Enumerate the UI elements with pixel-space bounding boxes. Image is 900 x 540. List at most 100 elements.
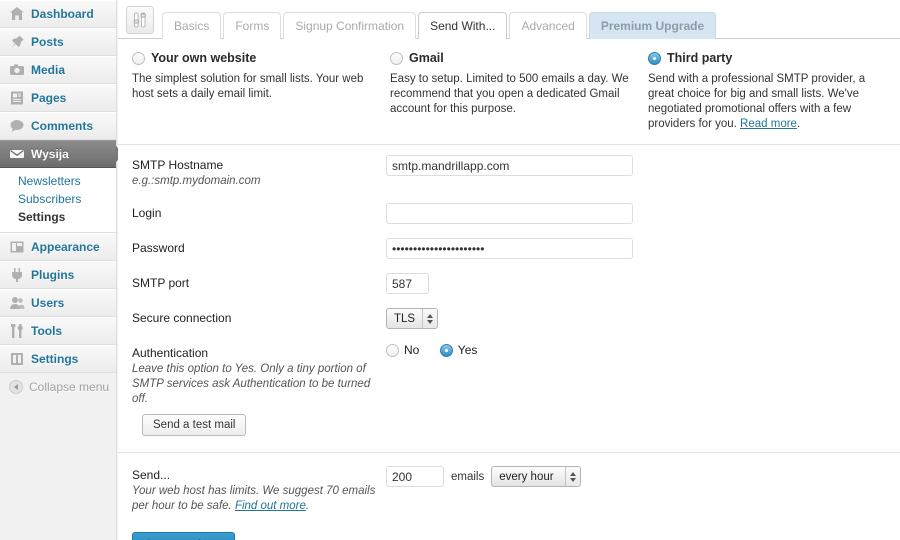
submenu-item-newsletters[interactable]: Newsletters	[0, 172, 116, 190]
sidebar-item-label: Posts	[31, 35, 64, 49]
settings-icon	[9, 351, 25, 367]
tab-advanced[interactable]: Advanced	[509, 12, 587, 39]
tab-basics[interactable]: Basics	[162, 12, 222, 39]
radio-your-own-website[interactable]	[132, 51, 145, 65]
option-gmail[interactable]: Gmail Easy to setup. Limited to 500 emai…	[390, 51, 648, 132]
comment-bubble-icon	[9, 118, 25, 134]
send-frequency-select[interactable]: every hour	[491, 466, 582, 487]
send-amount-input[interactable]	[386, 466, 444, 487]
authentication-no-label: No	[404, 343, 420, 357]
secure-connection-select[interactable]: TLS	[386, 308, 439, 329]
dashboard-icon	[9, 6, 25, 22]
option-description: Easy to setup. Limited to 500 emails a d…	[390, 73, 629, 115]
field-row-authentication: Authentication Leave this option to Yes.…	[132, 343, 886, 407]
authentication-label: Authentication	[132, 346, 209, 360]
option-third-party[interactable]: Third party Send with a professional SMT…	[648, 51, 886, 132]
submenu-item-settings[interactable]: Settings	[0, 208, 116, 226]
sidebar-item-label: Appearance	[31, 240, 100, 254]
field-row-login: Login	[132, 203, 886, 224]
password-label: Password	[132, 241, 185, 255]
sidebar-item-label: Users	[31, 296, 65, 310]
users-icon	[9, 295, 25, 311]
save-settings-button[interactable]: Save settings	[132, 532, 236, 540]
port-label: SMTP port	[132, 276, 190, 290]
sidebar-item-label: Wysija	[31, 147, 69, 161]
sidebar-item-label: Tools	[31, 324, 63, 338]
admin-sidebar: Dashboard Posts Media Pages Comments Wys…	[0, 0, 124, 540]
plug-icon	[9, 267, 25, 283]
read-more-link[interactable]: Read more	[740, 118, 797, 130]
tab-premium-upgrade[interactable]: Premium Upgrade	[588, 12, 717, 39]
authentication-hint: Leave this option to Yes. Only a tiny po…	[132, 363, 371, 405]
send-label: Send...	[132, 468, 171, 482]
sidebar-item-pages[interactable]: Pages	[0, 84, 116, 112]
hostname-hint: e.g.:smtp.mydomain.com	[132, 175, 261, 187]
hostname-label: SMTP Hostname	[132, 158, 224, 172]
wysija-submenu: Newsletters Subscribers Settings	[0, 168, 116, 233]
option-description: The simplest solution for small lists. Y…	[132, 73, 364, 100]
field-row-password: Password	[132, 238, 886, 259]
envelope-icon	[9, 146, 25, 162]
settings-content: Your own website The simplest solution f…	[118, 39, 900, 540]
sidebar-item-appearance[interactable]: Appearance	[0, 233, 116, 261]
pin-icon	[9, 34, 25, 50]
submenu-item-subscribers[interactable]: Subscribers	[0, 190, 116, 208]
login-input[interactable]	[386, 203, 633, 224]
sidebar-item-label: Dashboard	[31, 7, 94, 21]
sidebar-item-posts[interactable]: Posts	[0, 28, 116, 56]
settings-tabbar: Basics Forms Signup Confirmation Send Wi…	[118, 0, 900, 39]
field-row-hostname: SMTP Hostname e.g.:smtp.mydomain.com	[132, 155, 886, 189]
collapse-menu-button[interactable]: Collapse menu	[0, 373, 116, 401]
tab-forms[interactable]: Forms	[223, 12, 282, 39]
send-frequency-value: every hour	[499, 470, 554, 483]
find-out-more-link[interactable]: Find out more	[235, 500, 306, 512]
option-description-tail: .	[796, 118, 801, 130]
option-title: Third party	[667, 51, 733, 65]
authentication-yes-label: Yes	[457, 343, 478, 357]
sidebar-item-plugins[interactable]: Plugins	[0, 261, 116, 289]
radio-gmail[interactable]	[390, 51, 403, 65]
field-row-port: SMTP port	[132, 273, 886, 294]
login-label: Login	[132, 206, 162, 220]
authentication-no-option[interactable]: No	[386, 343, 419, 357]
tools-icon	[9, 323, 25, 339]
password-input[interactable]	[386, 238, 633, 259]
chevron-left-icon	[9, 380, 23, 394]
smtp-hostname-input[interactable]	[386, 155, 633, 176]
option-your-own-website[interactable]: Your own website The simplest solution f…	[132, 51, 390, 132]
sidebar-item-label: Comments	[31, 119, 94, 133]
sidebar-item-label: Pages	[31, 91, 67, 105]
sliders-icon	[126, 6, 154, 34]
option-description: Send with a professional SMTP provider, …	[648, 72, 872, 132]
secure-connection-label: Secure connection	[132, 311, 232, 325]
sidebar-item-settings[interactable]: Settings	[0, 345, 116, 373]
authentication-yes-option[interactable]: Yes	[439, 343, 478, 357]
secure-connection-value: TLS	[394, 312, 416, 325]
sending-method-options: Your own website The simplest solution f…	[118, 39, 900, 145]
sidebar-item-tools[interactable]: Tools	[0, 317, 116, 345]
radio-authentication-no[interactable]	[386, 343, 399, 357]
radio-authentication-yes[interactable]	[439, 343, 453, 357]
collapse-menu-label: Collapse menu	[29, 380, 110, 394]
appearance-icon	[9, 239, 25, 255]
send-hint-tail: .	[305, 500, 310, 512]
tab-send-with[interactable]: Send With...	[418, 12, 508, 39]
option-title: Your own website	[151, 51, 257, 65]
field-row-secure-connection: Secure connection TLS	[132, 308, 886, 329]
smtp-port-input[interactable]	[386, 273, 429, 294]
sidebar-item-media[interactable]: Media	[0, 56, 116, 84]
sidebar-item-label: Plugins	[31, 268, 75, 282]
main-panel: Basics Forms Signup Confirmation Send Wi…	[118, 0, 900, 540]
smtp-form: SMTP Hostname e.g.:smtp.mydomain.com Log…	[118, 145, 900, 453]
tab-signup-confirmation[interactable]: Signup Confirmation	[283, 12, 417, 39]
send-throttle-block: Send... Your web host has limits. We sug…	[118, 453, 900, 514]
radio-third-party[interactable]	[648, 51, 661, 65]
send-test-mail-button[interactable]: Send a test mail	[142, 414, 247, 436]
emails-word-label: emails	[451, 470, 485, 483]
sidebar-item-users[interactable]: Users	[0, 289, 116, 317]
sidebar-item-wysija[interactable]: Wysija	[0, 140, 124, 168]
sidebar-item-dashboard[interactable]: Dashboard	[0, 0, 116, 28]
chevron-updown-icon	[565, 467, 581, 486]
sidebar-item-comments[interactable]: Comments	[0, 112, 116, 140]
page-icon	[9, 90, 25, 106]
